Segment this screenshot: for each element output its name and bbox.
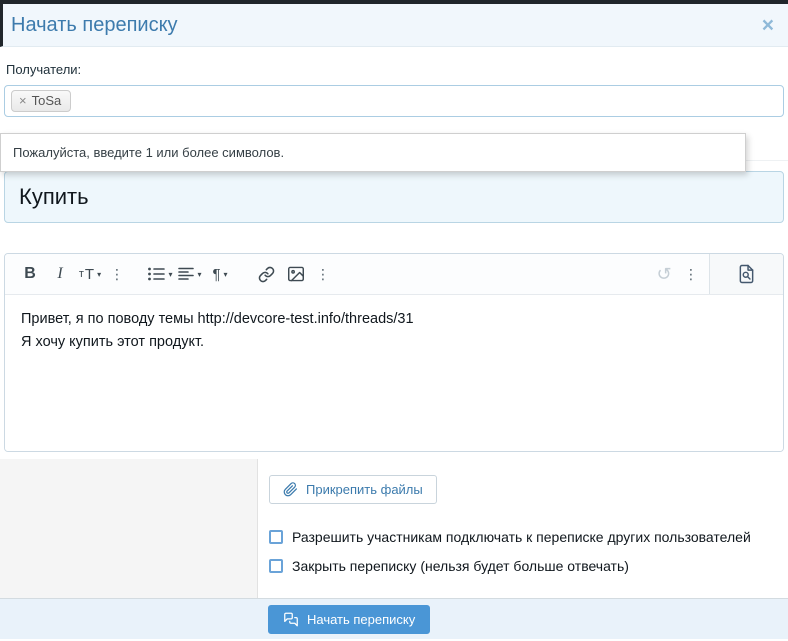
link-icon	[258, 266, 275, 283]
message-line: Я хочу купить этот продукт.	[21, 331, 767, 354]
attach-files-button[interactable]: Прикрепить файлы	[269, 475, 437, 504]
font-size-icon: т	[79, 268, 84, 280]
bold-icon: B	[24, 265, 36, 283]
lock-conversation-label: Закрыть переписку (нельзя будет больше о…	[292, 558, 629, 574]
start-conversation-label: Начать переписку	[307, 612, 415, 627]
recipients-label: Получатели:	[6, 62, 788, 77]
alignment-button[interactable]: ▾	[176, 259, 204, 289]
italic-button[interactable]: I	[46, 259, 74, 289]
paragraph-icon: ¶	[212, 266, 220, 283]
list-button[interactable]: ▾	[146, 259, 174, 289]
options-panel: Прикрепить файлы Разрешить участникам по…	[258, 459, 788, 598]
conversation-options: Разрешить участникам подключать к перепи…	[269, 529, 788, 574]
more-text-options-button[interactable]: ⋮	[106, 259, 128, 289]
chevron-down-icon: ▾	[224, 270, 228, 279]
editor-toolbar: B I тT▾ ⋮ ▾	[5, 254, 783, 295]
chevron-down-icon: ▾	[168, 270, 172, 279]
toolbar-buttons: B I тT▾ ⋮ ▾	[5, 254, 649, 294]
paragraph-format-button[interactable]: ¶▾	[206, 259, 234, 289]
preview-button[interactable]	[709, 254, 783, 294]
left-panel	[0, 459, 258, 598]
more-media-options-button[interactable]: ⋮	[312, 259, 334, 289]
list-icon	[147, 267, 165, 281]
paperclip-icon	[283, 482, 298, 497]
preview-icon	[737, 264, 756, 284]
vertical-dots-icon: ⋮	[110, 266, 124, 283]
toolbar-right: ↺ ⋮	[649, 254, 709, 294]
token-label: ToSa	[32, 93, 62, 108]
image-button[interactable]	[282, 259, 310, 289]
dialog-body: Получатели: × ToSa Пожалуйста, введите 1…	[0, 62, 788, 598]
chevron-down-icon: ▾	[197, 270, 201, 279]
message-body-editor[interactable]: Привет, я по поводу темы http://devcore-…	[5, 295, 783, 451]
dialog-header: Начать переписку ×	[0, 4, 788, 47]
dialog-footer: Начать переписку	[0, 598, 788, 639]
chat-bubbles-icon	[283, 612, 299, 627]
align-icon	[178, 267, 194, 281]
link-button[interactable]	[252, 259, 280, 289]
close-icon: ×	[762, 14, 774, 37]
conversation-title-field[interactable]	[4, 171, 784, 223]
message-line: Привет, я по поводу темы http://devcore-…	[21, 308, 767, 331]
font-size-button[interactable]: тT▾	[76, 259, 104, 289]
close-button[interactable]: ×	[762, 15, 774, 36]
lock-conversation-option: Закрыть переписку (нельзя будет больше о…	[269, 558, 788, 574]
vertical-dots-icon: ⋮	[684, 266, 698, 283]
allow-invite-option: Разрешить участникам подключать к перепи…	[269, 529, 788, 545]
start-conversation-button[interactable]: Начать переписку	[268, 605, 430, 634]
italic-icon: I	[57, 265, 62, 283]
attach-files-label: Прикрепить файлы	[306, 482, 423, 497]
token-remove-icon[interactable]: ×	[19, 93, 27, 108]
undo-icon: ↺	[656, 264, 671, 285]
allow-invite-label: Разрешить участникам подключать к перепи…	[292, 529, 751, 545]
allow-invite-checkbox[interactable]	[269, 530, 283, 544]
vertical-dots-icon: ⋮	[316, 266, 330, 283]
page-title: Начать переписку	[11, 14, 762, 37]
more-options-button[interactable]: ⋮	[680, 259, 702, 289]
image-icon	[287, 266, 305, 282]
undo-button[interactable]: ↺	[650, 259, 678, 289]
lower-section: Прикрепить файлы Разрешить участникам по…	[0, 459, 788, 598]
recipients-text-input[interactable]	[77, 94, 777, 109]
recipient-token: × ToSa	[11, 90, 71, 112]
rich-text-editor: B I тT▾ ⋮ ▾	[4, 253, 784, 452]
recipients-hint-tooltip: Пожалуйста, введите 1 или более символов…	[0, 133, 746, 172]
lock-conversation-checkbox[interactable]	[269, 559, 283, 573]
bold-button[interactable]: B	[16, 259, 44, 289]
recipients-input[interactable]: × ToSa	[4, 85, 784, 117]
chevron-down-icon: ▾	[97, 270, 101, 279]
